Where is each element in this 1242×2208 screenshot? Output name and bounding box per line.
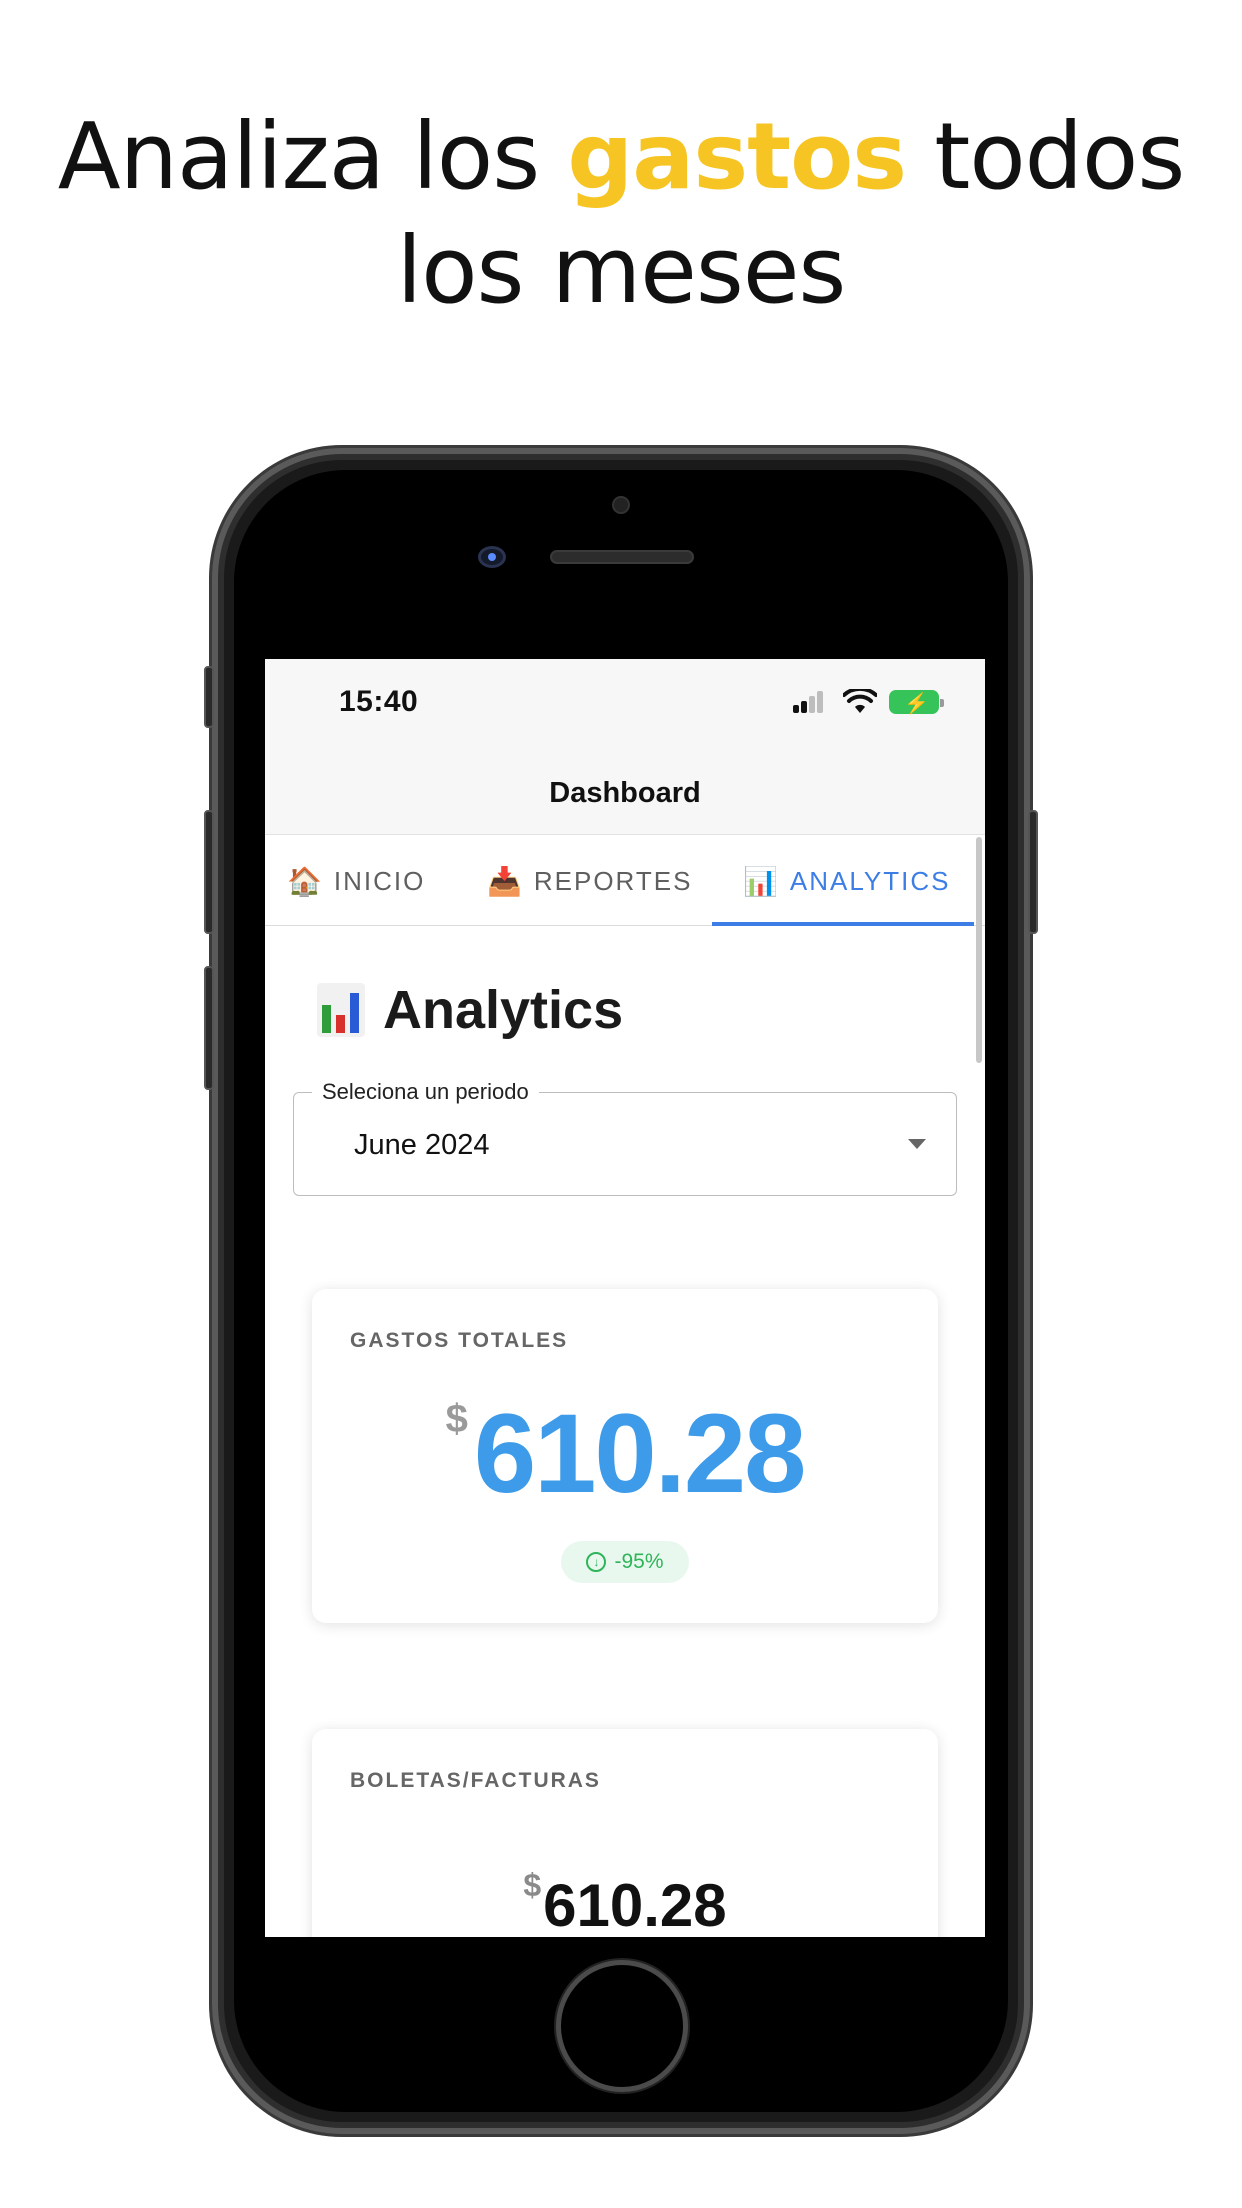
page-title-text: Analytics <box>383 980 624 1040</box>
status-time: 15:40 <box>339 685 419 718</box>
inbox-tray-icon: 📥 <box>487 865 522 897</box>
scrollbar[interactable] <box>976 837 982 1063</box>
headline: Analiza los gastos todos los meses <box>0 100 1242 328</box>
bar-chart-icon: 📊 <box>743 865 778 897</box>
arrow-down-circle-icon: ↓ <box>586 1552 607 1572</box>
currency-symbol: $ <box>445 1397 468 1441</box>
headline-text: Analiza los <box>57 103 568 210</box>
bar-chart-icon <box>317 983 365 1037</box>
status-bar: 15:40 ⚡ <box>265 659 985 747</box>
amount-value: 610.28 <box>543 1872 727 1937</box>
period-select-label: Seleciona un periodo <box>312 1079 539 1105</box>
volume-up-button <box>204 810 214 934</box>
power-button <box>1028 810 1038 934</box>
dropdown-arrow-icon[interactable] <box>908 1139 926 1149</box>
volume-down-button <box>204 966 214 1090</box>
tab-label: INICIO <box>333 865 426 896</box>
proximity-sensor <box>612 496 630 514</box>
front-camera <box>478 546 506 568</box>
card-label: BOLETAS/FACTURAS <box>350 1769 601 1792</box>
headline-highlight: gastos <box>567 103 907 210</box>
period-select[interactable]: Seleciona un periodo June 2024 <box>293 1079 957 1196</box>
nav-title: Dashboard <box>549 777 701 809</box>
earpiece-speaker <box>550 550 694 564</box>
tab-analytics[interactable]: 📊 ANALYTICS <box>743 836 950 926</box>
headline-line-1: Analiza los gastos todos <box>0 100 1242 214</box>
boletas-amount: $610.28 <box>312 1867 938 1937</box>
change-value: -95% <box>614 1550 664 1573</box>
house-icon: 🏠 <box>287 865 322 897</box>
gastos-totales-card: GASTOS TOTALES $610.28 ↓ -95% <box>312 1289 938 1623</box>
home-button[interactable] <box>556 1960 688 2092</box>
period-select-value: June 2024 <box>354 1129 490 1161</box>
tab-inicio[interactable]: 🏠 INICIO <box>287 836 425 926</box>
page-title: Analytics <box>317 979 623 1041</box>
amount-value: 610.28 <box>473 1391 807 1516</box>
tab-bar: 🏠 INICIO 📥 REPORTES 📊 ANALYTICS <box>265 836 985 926</box>
mute-switch <box>204 666 214 728</box>
active-tab-indicator <box>712 922 974 926</box>
tab-label: REPORTES <box>533 865 693 896</box>
boletas-facturas-card: BOLETAS/FACTURAS $610.28 <box>312 1729 938 1937</box>
cellular-signal-icon <box>793 691 829 713</box>
wifi-icon <box>843 689 877 713</box>
battery-charging-icon: ⚡ <box>889 690 944 715</box>
change-badge: ↓ -95% <box>561 1541 689 1583</box>
navigation-bar: Dashboard <box>265 747 985 835</box>
app-screen: 15:40 ⚡ Dashboard 🏠 INICIO 📥 REPORTES 📊 … <box>265 659 985 1937</box>
total-amount: $610.28 <box>312 1389 938 1518</box>
headline-text-end: todos <box>906 103 1185 210</box>
headline-line-2: los meses <box>396 217 847 324</box>
card-label: GASTOS TOTALES <box>350 1329 569 1352</box>
tab-reportes[interactable]: 📥 REPORTES <box>487 836 692 926</box>
currency-symbol: $ <box>523 1867 542 1903</box>
tab-label: ANALYTICS <box>789 865 951 896</box>
